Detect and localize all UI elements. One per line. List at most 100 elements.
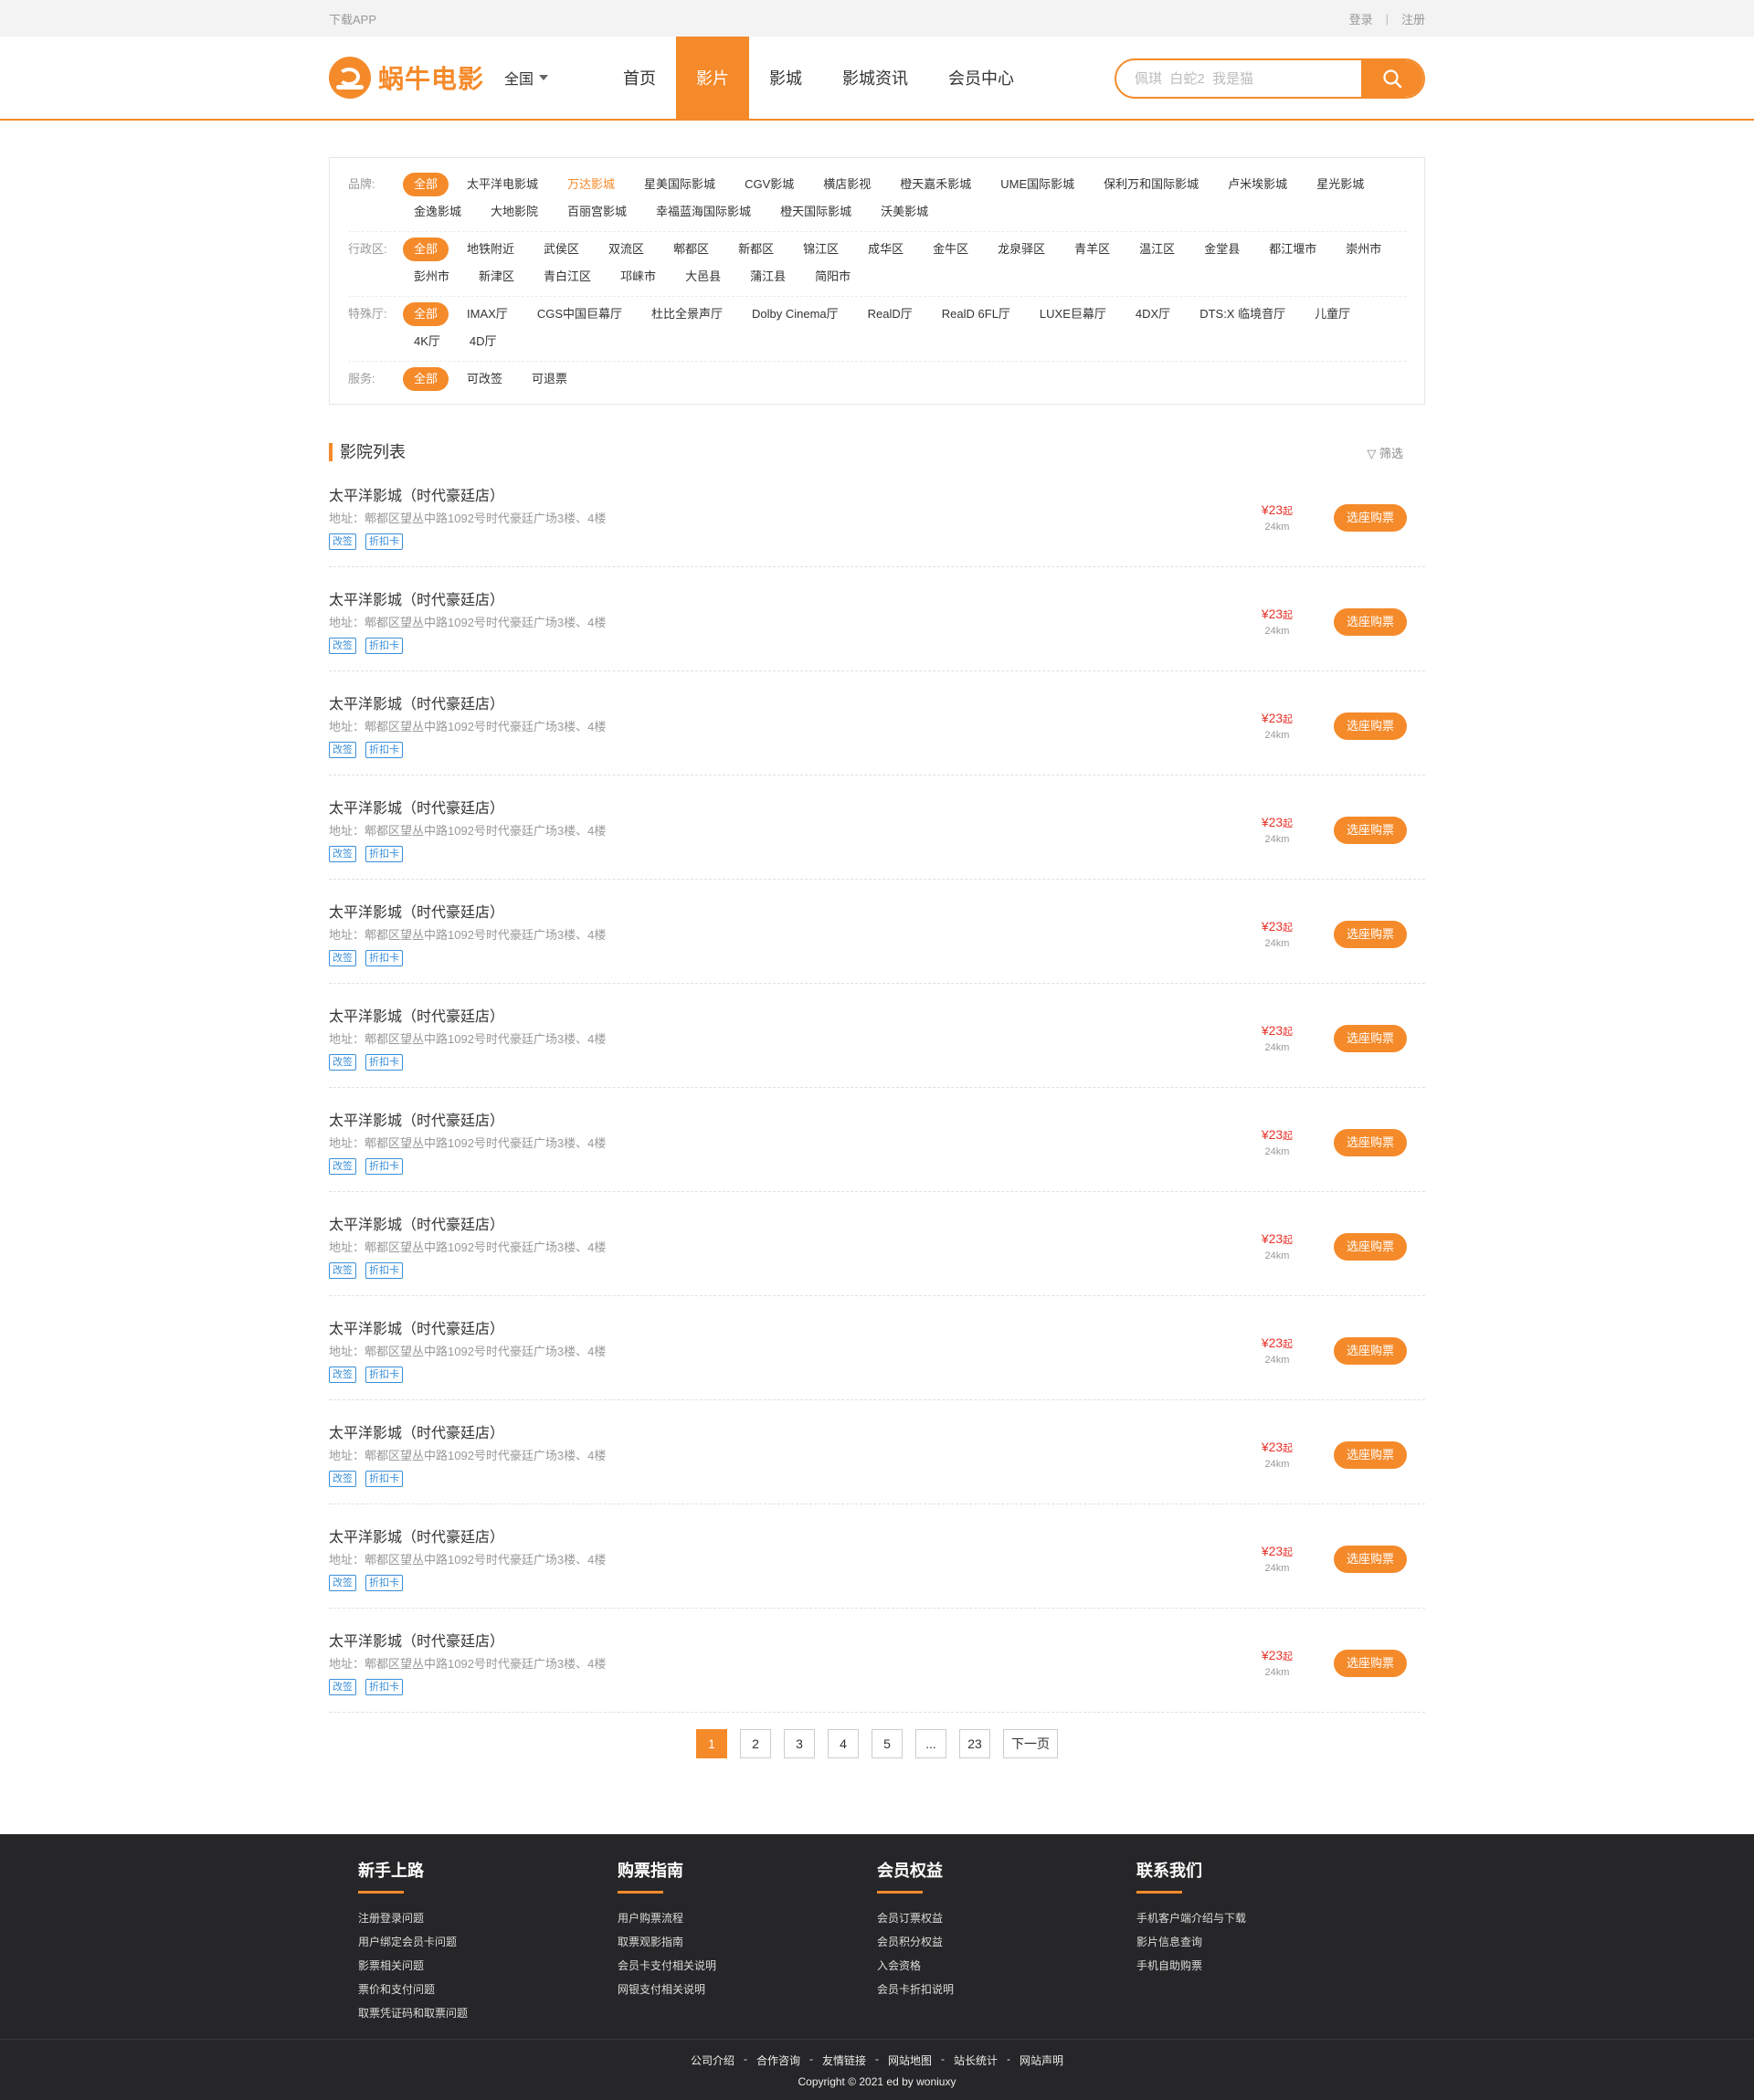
page-button[interactable]: ...	[915, 1729, 946, 1758]
search-input[interactable]	[1116, 60, 1361, 97]
filter-option[interactable]: 全部	[403, 302, 449, 326]
cinema-name[interactable]: 太平洋影城（时代豪廷店）	[329, 798, 1250, 820]
filter-option[interactable]: 横店影视	[812, 173, 882, 196]
page-button[interactable]: 3	[784, 1729, 815, 1758]
buy-ticket-button[interactable]: 选座购票	[1334, 1128, 1407, 1156]
filter-option[interactable]: 金堂县	[1193, 237, 1251, 261]
footer-link[interactable]: 会员积分权益	[877, 1930, 1136, 1954]
footer-link[interactable]: 取票凭证码和取票问题	[358, 2001, 618, 2025]
filter-option[interactable]: RealD厅	[857, 302, 924, 326]
filter-option[interactable]: 崇州市	[1335, 237, 1392, 261]
download-app-link[interactable]: 下载APP	[329, 10, 376, 27]
filter-option[interactable]: 杜比全景声厅	[640, 302, 734, 326]
footer-bottom-link[interactable]: 合作咨询	[756, 2053, 800, 2068]
nav-item[interactable]: 首页	[603, 37, 676, 119]
page-button[interactable]: 5	[872, 1729, 903, 1758]
cinema-name[interactable]: 太平洋影城（时代豪廷店）	[329, 1631, 1250, 1653]
filter-option[interactable]: LUXE巨幕厅	[1029, 302, 1117, 326]
filter-option[interactable]: 蒲江县	[739, 265, 797, 289]
search-button[interactable]	[1361, 60, 1423, 97]
filter-option[interactable]: 百丽宫影城	[556, 200, 638, 224]
cinema-name[interactable]: 太平洋影城（时代豪廷店）	[329, 694, 1250, 716]
footer-link[interactable]: 票价和支付问题	[358, 1978, 618, 2001]
nav-item[interactable]: 会员中心	[928, 37, 1034, 119]
filter-option[interactable]: 青羊区	[1063, 237, 1121, 261]
filter-option[interactable]: DTS:X 临境音厅	[1189, 302, 1296, 326]
nav-item[interactable]: 影片	[676, 37, 750, 119]
page-button[interactable]: 23	[959, 1729, 990, 1758]
filter-option[interactable]: 青白江区	[533, 265, 602, 289]
footer-link[interactable]: 手机客户端介绍与下载	[1136, 1906, 1396, 1930]
nav-item[interactable]: 影城	[749, 37, 822, 119]
filter-option[interactable]: 4DX厅	[1125, 302, 1181, 326]
buy-ticket-button[interactable]: 选座购票	[1334, 1232, 1407, 1261]
filter-option[interactable]: 锦江区	[792, 237, 850, 261]
filter-option[interactable]: 郫都区	[662, 237, 720, 261]
buy-ticket-button[interactable]: 选座购票	[1334, 1649, 1407, 1677]
filter-option[interactable]: 橙天国际影城	[769, 200, 862, 224]
buy-ticket-button[interactable]: 选座购票	[1334, 920, 1407, 948]
buy-ticket-button[interactable]: 选座购票	[1334, 816, 1407, 844]
footer-link[interactable]: 注册登录问题	[358, 1906, 618, 1930]
filter-option[interactable]: 星美国际影城	[633, 173, 726, 196]
cinema-name[interactable]: 太平洋影城（时代豪廷店）	[329, 1423, 1250, 1445]
filter-option[interactable]: 武侯区	[533, 237, 590, 261]
filter-option[interactable]: 成华区	[857, 237, 914, 261]
cinema-name[interactable]: 太平洋影城（时代豪廷店）	[329, 1215, 1250, 1237]
cinema-name[interactable]: 太平洋影城（时代豪廷店）	[329, 902, 1250, 924]
buy-ticket-button[interactable]: 选座购票	[1334, 1336, 1407, 1365]
filter-option[interactable]: 全部	[403, 367, 449, 391]
footer-link[interactable]: 手机自助购票	[1136, 1954, 1396, 1978]
buy-ticket-button[interactable]: 选座购票	[1334, 1440, 1407, 1469]
footer-bottom-link[interactable]: 站长统计	[954, 2053, 998, 2068]
login-link[interactable]: 登录	[1349, 10, 1373, 27]
footer-link[interactable]: 网银支付相关说明	[618, 1978, 877, 2001]
filter-option[interactable]: 新津区	[468, 265, 525, 289]
filter-option[interactable]: 金牛区	[922, 237, 979, 261]
buy-ticket-button[interactable]: 选座购票	[1334, 1024, 1407, 1052]
filter-option[interactable]: 4D厅	[459, 330, 508, 354]
cinema-name[interactable]: 太平洋影城（时代豪廷店）	[329, 1319, 1250, 1341]
cinema-name[interactable]: 太平洋影城（时代豪廷店）	[329, 1527, 1250, 1549]
footer-link[interactable]: 会员卡支付相关说明	[618, 1954, 877, 1978]
filter-option[interactable]: 沃美影城	[870, 200, 939, 224]
filter-option[interactable]: 简阳市	[804, 265, 861, 289]
cinema-name[interactable]: 太平洋影城（时代豪廷店）	[329, 486, 1250, 508]
buy-ticket-button[interactable]: 选座购票	[1334, 712, 1407, 740]
cinema-name[interactable]: 太平洋影城（时代豪廷店）	[329, 1007, 1250, 1029]
footer-link[interactable]: 用户绑定会员卡问题	[358, 1930, 618, 1954]
footer-link[interactable]: 影片信息查询	[1136, 1930, 1396, 1954]
page-button[interactable]: 下一页	[1003, 1729, 1058, 1758]
filter-option[interactable]: 全部	[403, 237, 449, 261]
filter-option[interactable]: IMAX厅	[456, 302, 519, 326]
cinema-name[interactable]: 太平洋影城（时代豪廷店）	[329, 590, 1250, 612]
filter-option[interactable]: 全部	[403, 173, 449, 196]
page-button[interactable]: 2	[740, 1729, 771, 1758]
logo[interactable]: 蜗牛电影	[329, 57, 484, 99]
filter-option[interactable]: 大邑县	[674, 265, 732, 289]
filter-toggle[interactable]: ▽ 筛选	[1367, 444, 1425, 461]
buy-ticket-button[interactable]: 选座购票	[1334, 607, 1407, 636]
filter-option[interactable]: 儿童厅	[1304, 302, 1361, 326]
footer-bottom-link[interactable]: 网站地图	[888, 2053, 932, 2068]
nav-item[interactable]: 影城资讯	[822, 37, 928, 119]
footer-link[interactable]: 影票相关问题	[358, 1954, 618, 1978]
filter-option[interactable]: 温江区	[1128, 237, 1186, 261]
footer-link[interactable]: 会员卡折扣说明	[877, 1978, 1136, 2001]
filter-option[interactable]: 大地影院	[480, 200, 549, 224]
filter-option[interactable]: 万达影城	[556, 173, 626, 196]
footer-link[interactable]: 取票观影指南	[618, 1930, 877, 1954]
filter-option[interactable]: 都江堰市	[1258, 237, 1327, 261]
page-button[interactable]: 4	[828, 1729, 859, 1758]
filter-option[interactable]: 可改签	[456, 367, 513, 391]
filter-option[interactable]: 星光影城	[1305, 173, 1375, 196]
filter-option[interactable]: 龙泉驿区	[987, 237, 1056, 261]
register-link[interactable]: 注册	[1401, 10, 1425, 27]
filter-option[interactable]: 橙天嘉禾影城	[889, 173, 982, 196]
filter-option[interactable]: 可退票	[521, 367, 578, 391]
filter-option[interactable]: 4K厅	[403, 330, 451, 354]
footer-link[interactable]: 入会资格	[877, 1954, 1136, 1978]
footer-link[interactable]: 用户购票流程	[618, 1906, 877, 1930]
filter-option[interactable]: 卢米埃影城	[1217, 173, 1298, 196]
filter-option[interactable]: 双流区	[597, 237, 655, 261]
